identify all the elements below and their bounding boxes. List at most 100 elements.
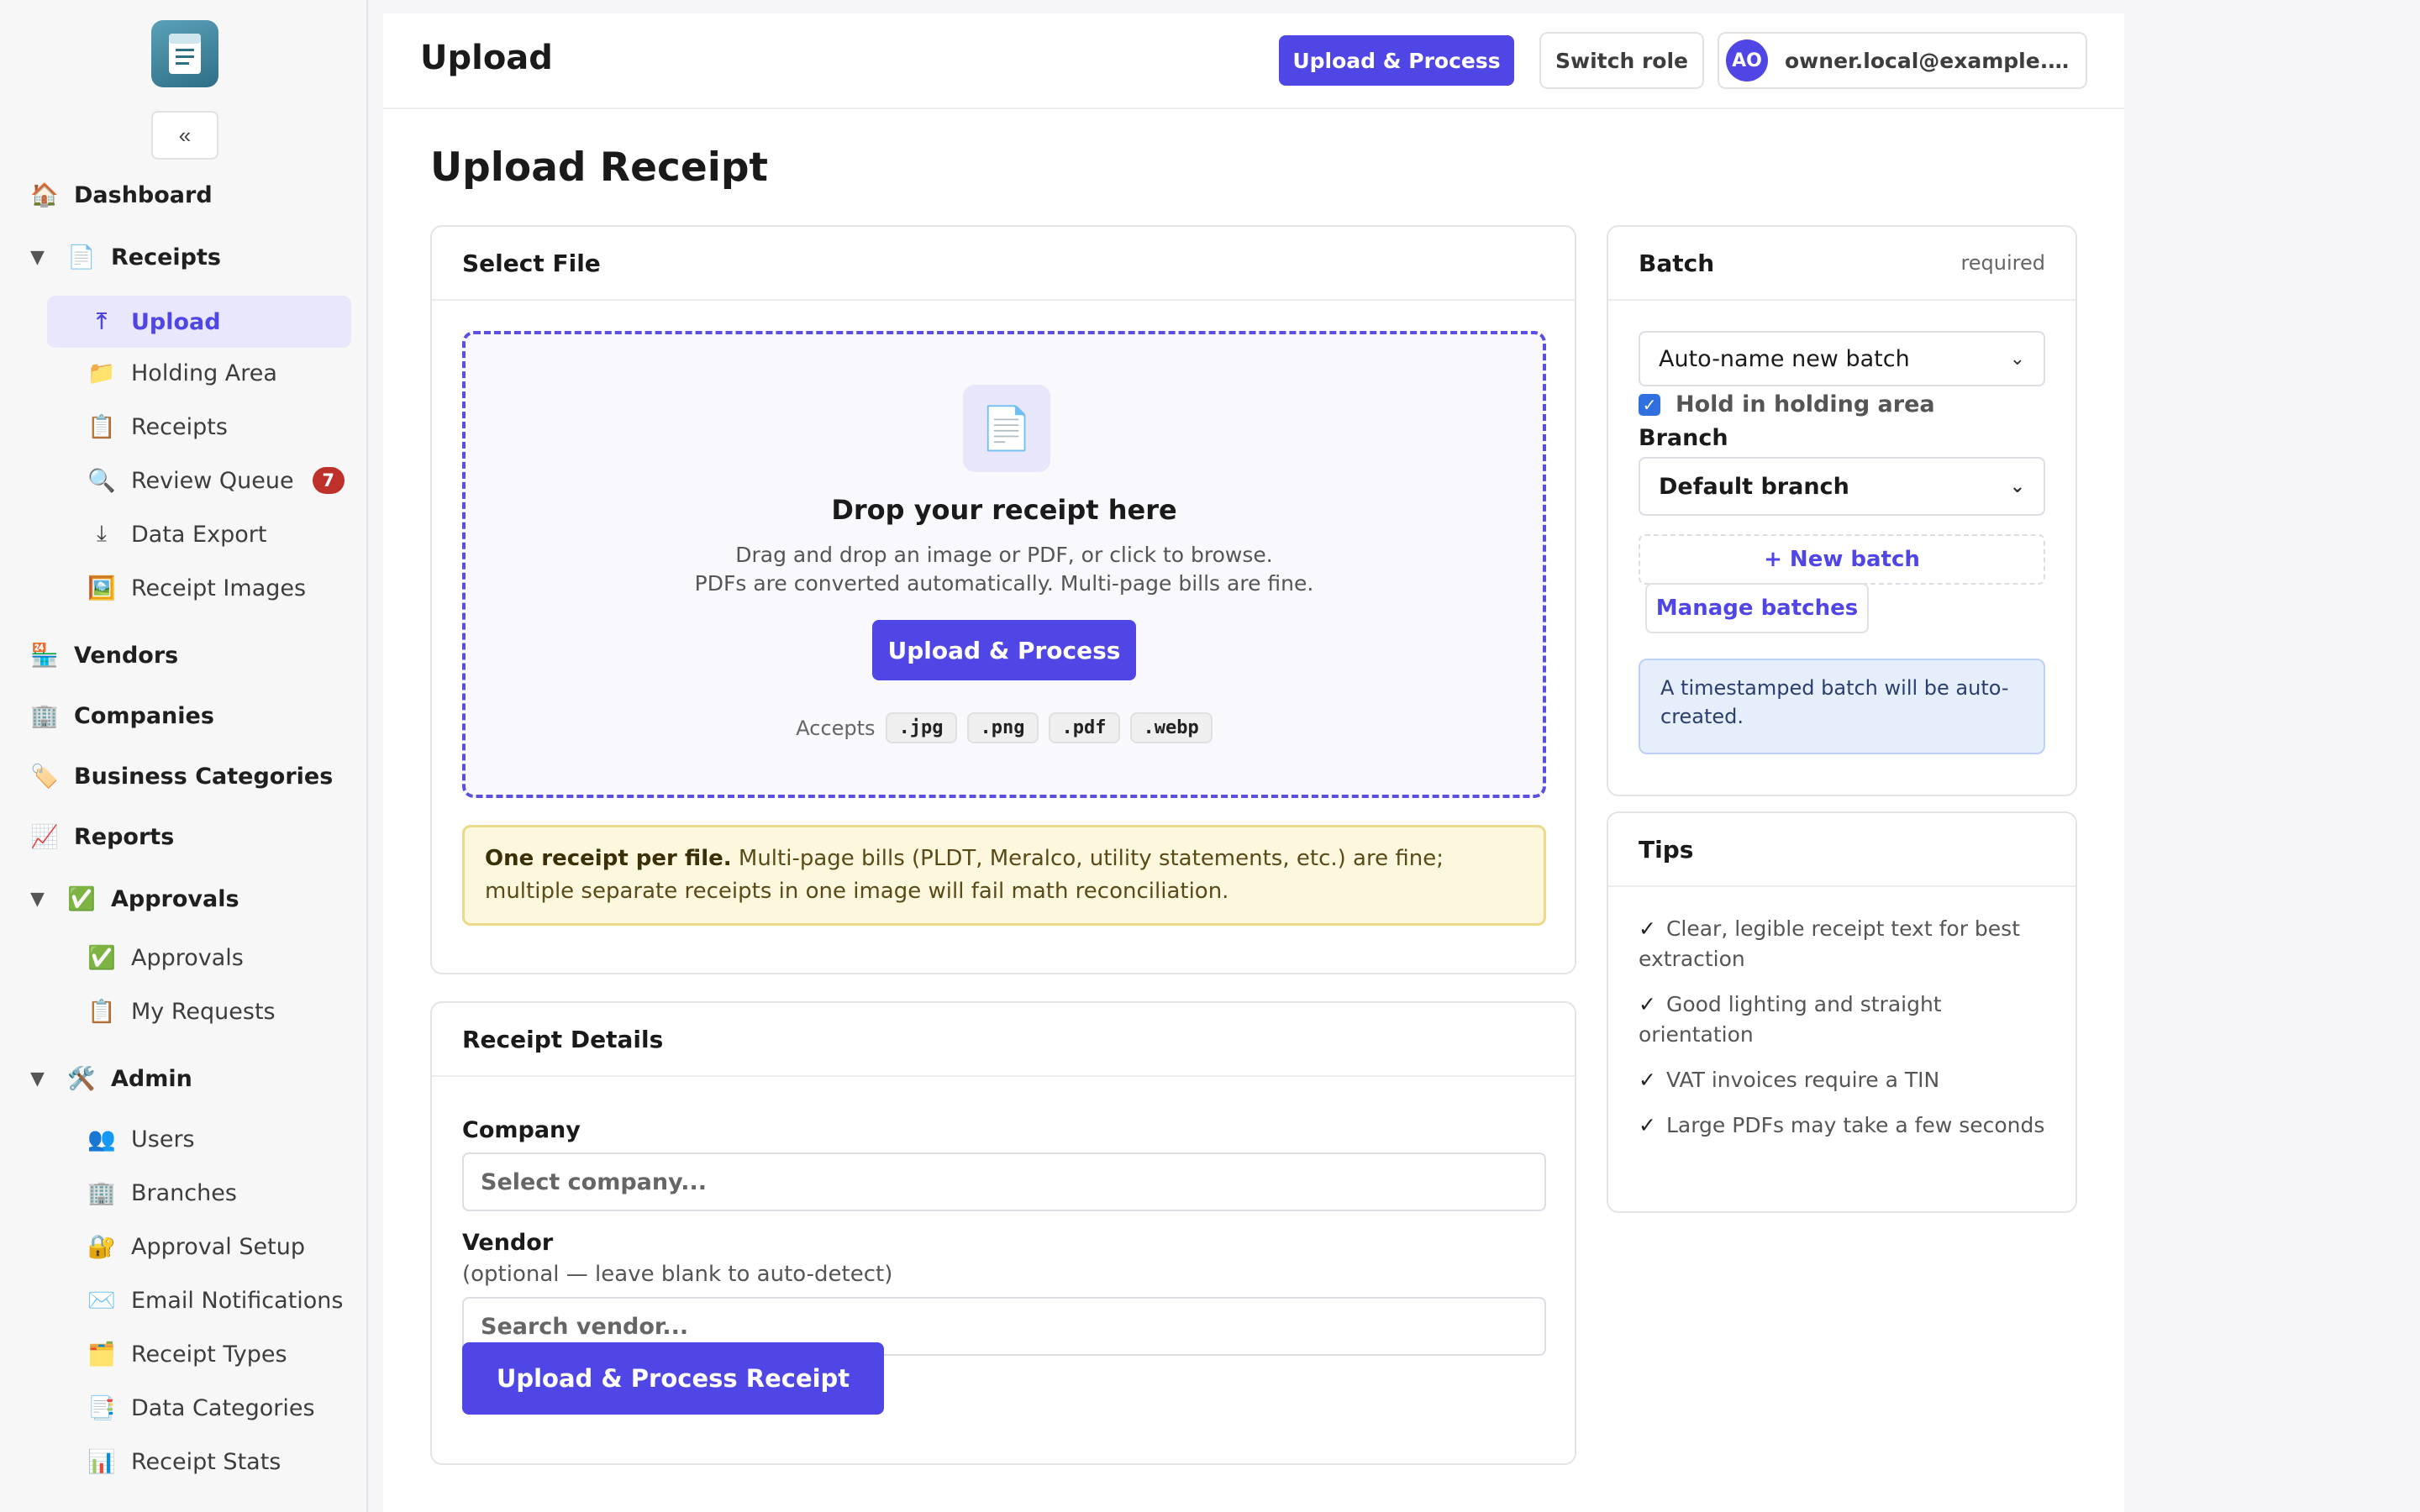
vendor-label: Vendor <box>462 1230 554 1256</box>
branch-select-value: Default branch <box>1659 473 1849 500</box>
tip-item: ✓ Clear, legible receipt text for best ex… <box>1639 914 2050 974</box>
clipboard-icon: 📋 <box>87 414 116 440</box>
review-count-badge: 7 <box>312 467 345 494</box>
nav-label: Vendors <box>74 642 179 669</box>
chevron-down-icon: ⌄ <box>2009 475 2025 497</box>
nav-my-requests[interactable]: 📋 My Requests <box>87 998 275 1026</box>
branch-select[interactable]: Default branch ⌄ <box>1639 457 2045 516</box>
check-box-icon: ✅ <box>87 945 116 971</box>
hold-checkbox-label: Hold in holding area <box>1676 391 1935 417</box>
main-content: Upload Upload & Process Switch role AO o… <box>383 13 2124 1512</box>
folder-icon: 📁 <box>87 360 116 386</box>
select-file-card: Select File 📄 Drop your receipt here Dra… <box>430 225 1576 974</box>
batch-select[interactable]: Auto-name new batch ⌄ <box>1639 331 2045 386</box>
nav-group-label: Receipts <box>111 244 221 270</box>
batch-card: Batch required Auto-name new batch ⌄ ✓ H… <box>1607 225 2077 796</box>
building-icon: 🏢 <box>87 1180 116 1206</box>
nav-label: Dashboard <box>74 181 213 208</box>
user-menu[interactable]: AO owner.local@example.t... <box>1718 32 2087 89</box>
format-chip: .jpg <box>885 712 957 743</box>
card-title: Select File <box>432 227 1575 301</box>
card-title: Receipt Details <box>432 1003 1575 1077</box>
nav-label: Data Categories <box>131 1394 315 1421</box>
receipt-details-card: Receipt Details Company Vendor (optional… <box>430 1001 1576 1465</box>
format-chip: .pdf <box>1048 712 1120 743</box>
nav-users[interactable]: 👥 Users <box>87 1126 195 1153</box>
nav-label: Data Export <box>131 521 267 548</box>
nav-data-categories[interactable]: 📑 Data Categories <box>87 1394 315 1422</box>
nav-label: Branches <box>131 1179 237 1206</box>
nav-label: Email Notifications <box>131 1287 344 1314</box>
nav-receipt-types[interactable]: 🗂️ Receipt Types <box>87 1341 287 1368</box>
nav-label: Upload <box>131 308 221 335</box>
branch-label: Branch <box>1639 425 1728 451</box>
card-title-text: Tips <box>1639 835 1694 864</box>
nav-holding-area[interactable]: 📁 Holding Area <box>87 360 277 387</box>
bookmark-tabs-icon: 📑 <box>87 1395 116 1421</box>
nav-group-receipts[interactable]: ▼ 📄 Receipts <box>30 244 221 271</box>
nav-email-notifications[interactable]: ✉️ Email Notifications <box>87 1287 344 1315</box>
batch-info-note: A timestamped batch will be auto-created… <box>1639 659 2045 754</box>
check-icon: ✓ <box>1639 916 1656 941</box>
format-chip: .png <box>966 712 1039 743</box>
check-icon: ✓ <box>1639 1113 1656 1137</box>
download-icon: ⤓ <box>97 521 107 547</box>
hold-checkbox[interactable]: ✓ <box>1639 393 1660 416</box>
company-select-input[interactable] <box>462 1152 1546 1211</box>
nav-label: Receipts <box>131 413 228 440</box>
avatar: AO <box>1726 39 1768 81</box>
card-index-icon: 🗂️ <box>87 1341 116 1368</box>
nav-branches[interactable]: 🏢 Branches <box>87 1179 237 1207</box>
tip-item: ✓ VAT invoices require a TIN <box>1639 1065 2050 1095</box>
nav-label: Reports <box>74 823 175 850</box>
nav-group-approvals[interactable]: ▼ ✅ Approvals <box>30 885 239 913</box>
nav-label: Business Categories <box>74 763 334 790</box>
nav-data-export[interactable]: ⤓ Data Export <box>87 521 266 548</box>
nav-approval-setup[interactable]: 🔐 Approval Setup <box>87 1233 305 1261</box>
nav-review-queue[interactable]: 🔍 Review Queue 7 <box>87 467 345 494</box>
file-dropzone[interactable]: 📄 Drop your receipt here Drag and drop a… <box>462 331 1546 798</box>
nav-business-categories[interactable]: 🏷️ Business Categories <box>30 763 333 790</box>
user-email: owner.local@example.t... <box>1785 48 2070 73</box>
manage-batches-button[interactable]: Manage batches <box>1645 583 1869 633</box>
nav-dashboard[interactable]: 🏠 Dashboard <box>30 181 213 209</box>
tip-item: ✓ Good lighting and straight orientation <box>1639 990 2050 1050</box>
hold-checkbox-row[interactable]: ✓ Hold in holding area <box>1639 391 1935 417</box>
nav-vendors[interactable]: 🏪 Vendors <box>30 642 178 669</box>
collapse-sidebar-button[interactable]: « <box>151 111 218 160</box>
caret-down-icon: ▼ <box>30 1068 45 1089</box>
nav-companies[interactable]: 🏢 Companies <box>30 702 214 730</box>
chevron-down-icon: ⌄ <box>2009 348 2025 370</box>
accepted-formats: Accepts .jpg .png .pdf .webp <box>466 712 1543 743</box>
tip-item: ✓ Large PDFs may take a few seconds <box>1639 1110 2050 1141</box>
header-upload-process-button[interactable]: Upload & Process <box>1279 35 1514 86</box>
nav-label: Companies <box>74 702 214 729</box>
new-batch-button[interactable]: + New batch <box>1639 534 2045 585</box>
tools-icon: 🛠️ <box>67 1066 96 1092</box>
app-logo[interactable] <box>151 20 218 87</box>
nav-label: Users <box>131 1126 195 1152</box>
nav-approvals[interactable]: ✅ Approvals <box>87 944 244 972</box>
tip-text: Large PDFs may take a few seconds <box>1665 1113 2045 1137</box>
store-icon: 🏪 <box>30 643 59 669</box>
dropzone-hint-2: PDFs are converted automatically. Multi-… <box>694 571 1314 596</box>
nav-upload[interactable]: ⤒ Upload <box>47 296 351 348</box>
company-label: Company <box>462 1117 581 1143</box>
magnifier-icon: 🔍 <box>87 468 116 494</box>
batch-select-value: Auto-name new batch <box>1659 345 1910 372</box>
nav-reports[interactable]: 📈 Reports <box>30 823 175 851</box>
nav-group-label: Approvals <box>111 885 239 912</box>
nav-receipts[interactable]: 📋 Receipts <box>87 413 228 441</box>
card-title-text: Receipt Details <box>462 1025 664 1053</box>
envelope-icon: ✉️ <box>87 1288 116 1314</box>
nav-receipt-images[interactable]: 🖼️ Receipt Images <box>87 575 306 602</box>
required-label: required <box>1960 251 2045 275</box>
sidebar: « 🏠 Dashboard ▼ 📄 Receipts ⤒ Upload 📁 Ho… <box>0 0 368 1512</box>
check-box-icon: ✅ <box>67 886 96 912</box>
switch-role-button[interactable]: Switch role <box>1539 32 1704 89</box>
dropzone-upload-process-button[interactable]: Upload & Process <box>872 620 1136 680</box>
format-chip: .webp <box>1129 712 1213 743</box>
nav-group-admin[interactable]: ▼ 🛠️ Admin <box>30 1065 192 1093</box>
nav-receipt-stats[interactable]: 📊 Receipt Stats <box>87 1448 281 1476</box>
upload-process-receipt-button[interactable]: Upload & Process Receipt <box>462 1342 884 1415</box>
